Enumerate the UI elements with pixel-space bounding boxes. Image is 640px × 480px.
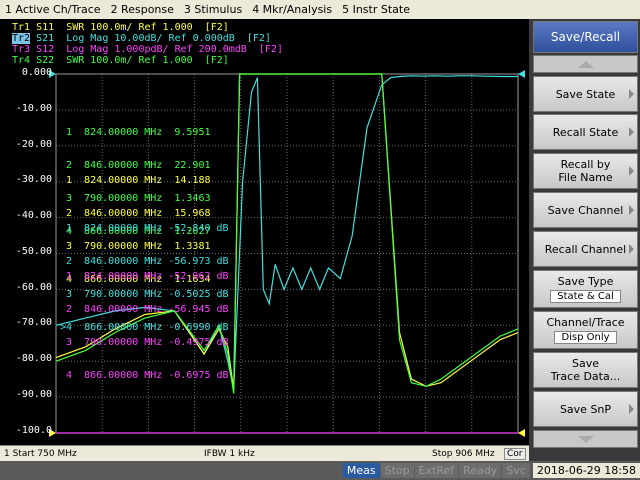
save-type-value: State & Cal [550, 290, 621, 303]
marker-row: 1 824.00000 MHz 9.5951 [66, 127, 211, 138]
marker-row: 2 846.00000 MHz -56.945 dB [66, 304, 229, 315]
trace-id: Tr2 [12, 33, 31, 44]
save-type-button[interactable]: Save Type State & Cal [533, 270, 638, 308]
ref-arrow-right [518, 70, 525, 78]
y-tick-label: -80.00 [15, 353, 52, 364]
softkey-panel: Save/Recall Save State Recall State Reca… [529, 19, 640, 461]
trace-header-3[interactable]: Tr3 S12 Log Mag 1.000pdB/ Ref 200.0mdB [… [12, 44, 283, 55]
instrument-status-bar: Meas Stop ExtRef Ready Svc 2018-06-29 18… [0, 461, 640, 480]
menu-active-ch-trace[interactable]: 1 Active Ch/Trace [0, 3, 106, 16]
menu-instr-state[interactable]: 5 Instr State [337, 3, 415, 16]
meas-indicator: Meas [342, 463, 380, 478]
marker-row: 3 790.00000 MHz -0.4975 dB [66, 337, 229, 348]
button-label: Save Channel [547, 203, 624, 217]
menu-stimulus[interactable]: 3 Stimulus [179, 3, 247, 16]
trace-id: Tr4 [12, 55, 31, 66]
channel-trace-button[interactable]: Channel/Trace Disp Only [533, 311, 638, 349]
scroll-down-button[interactable] [533, 430, 638, 448]
trace-header-2[interactable]: Tr2 S21 Log Mag 10.00dB/ Ref 0.000dB [F2… [12, 33, 271, 44]
measurement-display[interactable]: Tr1 S11 SWR 100.0m/ Ref 1.000 [F2] Tr2 S… [0, 19, 529, 445]
y-tick-label: -70.00 [15, 317, 52, 328]
save-channel-button[interactable]: Save Channel [533, 192, 638, 228]
button-label: Recall by [560, 158, 611, 171]
ifbw[interactable]: IFBW 1 kHz [204, 449, 432, 459]
button-label: Save Type [557, 275, 614, 288]
save-state-button[interactable]: Save State [533, 76, 638, 112]
button-label: Save [571, 357, 599, 370]
marker-row: 1 824.00000 MHz 14.188 [66, 175, 211, 186]
y-tick-label: -50.00 [15, 246, 52, 257]
trace-header-1[interactable]: Tr1 S11 SWR 100.0m/ Ref 1.000 [F2] [12, 22, 229, 33]
y-tick-label: -60.00 [15, 282, 52, 293]
button-label: Channel/Trace [546, 316, 625, 329]
trace-header-4[interactable]: Tr4 S22 SWR 100.0m/ Ref 1.000 [F2] [12, 55, 229, 66]
trace-id: Tr1 [12, 22, 31, 33]
submenu-arrow-icon [629, 404, 634, 414]
menu-mkr-analysis[interactable]: 4 Mkr/Analysis [247, 3, 337, 16]
y-tick-label: -90.00 [15, 389, 52, 400]
triangle-down-icon [577, 435, 594, 443]
ready-indicator: Ready [459, 463, 502, 478]
save-snp-button[interactable]: Save SnP [533, 391, 638, 427]
triangle-up-icon [577, 60, 594, 68]
recall-state-button[interactable]: Recall State [533, 114, 638, 150]
button-label: Save State [555, 87, 616, 101]
stop-frequency[interactable]: Stop 906 MHz [432, 449, 504, 459]
y-tick-label: -10.00 [15, 103, 52, 114]
trace-settings: S11 SWR 100.0m/ Ref 1.000 [F2] [36, 22, 229, 33]
save-recall-title[interactable]: Save/Recall [533, 21, 638, 53]
y-tick-label: -30.00 [15, 174, 52, 185]
trace-settings: S21 Log Mag 10.00dB/ Ref 0.000dB [F2] [36, 33, 271, 44]
submenu-arrow-icon [629, 166, 634, 176]
extref-indicator: ExtRef [414, 463, 459, 478]
channel-status-bar: 1 Start 750 MHz IFBW 1 kHz Stop 906 MHz … [0, 445, 529, 462]
y-tick-label: -20.00 [15, 139, 52, 150]
trace-settings: S22 SWR 100.0m/ Ref 1.000 [F2] [36, 55, 229, 66]
stop-indicator: Stop [380, 463, 414, 478]
recall-channel-button[interactable]: Recall Channel [533, 231, 638, 267]
trace-settings: S12 Log Mag 1.000pdB/ Ref 200.0mdB [F2] [36, 44, 283, 55]
button-label: Recall Channel [544, 242, 627, 256]
submenu-arrow-icon [629, 89, 634, 99]
menu-response[interactable]: 2 Response [106, 3, 179, 16]
marker-row: 1 824.00000 MHz -52.962 dB [66, 271, 229, 282]
menu-bar: 1 Active Ch/Trace 2 Response 3 Stimulus … [0, 0, 640, 20]
marker-row: 4 866.00000 MHz -0.6975 dB [66, 370, 229, 381]
save-trace-data-button[interactable]: Save Trace Data... [533, 352, 638, 388]
marker-row: 1 824.00000 MHz -52.840 dB [66, 223, 229, 234]
ref-arrow-right [518, 429, 525, 437]
datetime: 2018-06-29 18:58 [532, 463, 640, 478]
submenu-arrow-icon [629, 205, 634, 215]
y-tick-label: -100.0 [15, 425, 52, 436]
start-frequency[interactable]: 1 Start 750 MHz [4, 449, 204, 459]
menu-title: Save/Recall [550, 30, 621, 44]
correction-indicator: Cor [504, 448, 526, 460]
button-label-line2: File Name [558, 171, 613, 184]
button-label: Recall State [552, 125, 619, 139]
marker-table-tr3: 1 824.00000 MHz -52.962 dB 2 846.00000 M… [66, 249, 229, 403]
trace-id: Tr3 [12, 44, 31, 55]
scroll-up-button[interactable] [533, 55, 638, 73]
y-tick-label: -40.00 [15, 210, 52, 221]
recall-by-file-name-button[interactable]: Recall by File Name [533, 153, 638, 189]
y-tick-label: 0.000 [21, 67, 52, 78]
button-label-line2: Trace Data... [550, 370, 621, 383]
button-label: Save SnP [559, 402, 612, 416]
channel-trace-value: Disp Only [554, 331, 617, 344]
submenu-arrow-icon [629, 244, 634, 254]
submenu-arrow-icon [629, 127, 634, 137]
svc-indicator: Svc [502, 463, 530, 478]
